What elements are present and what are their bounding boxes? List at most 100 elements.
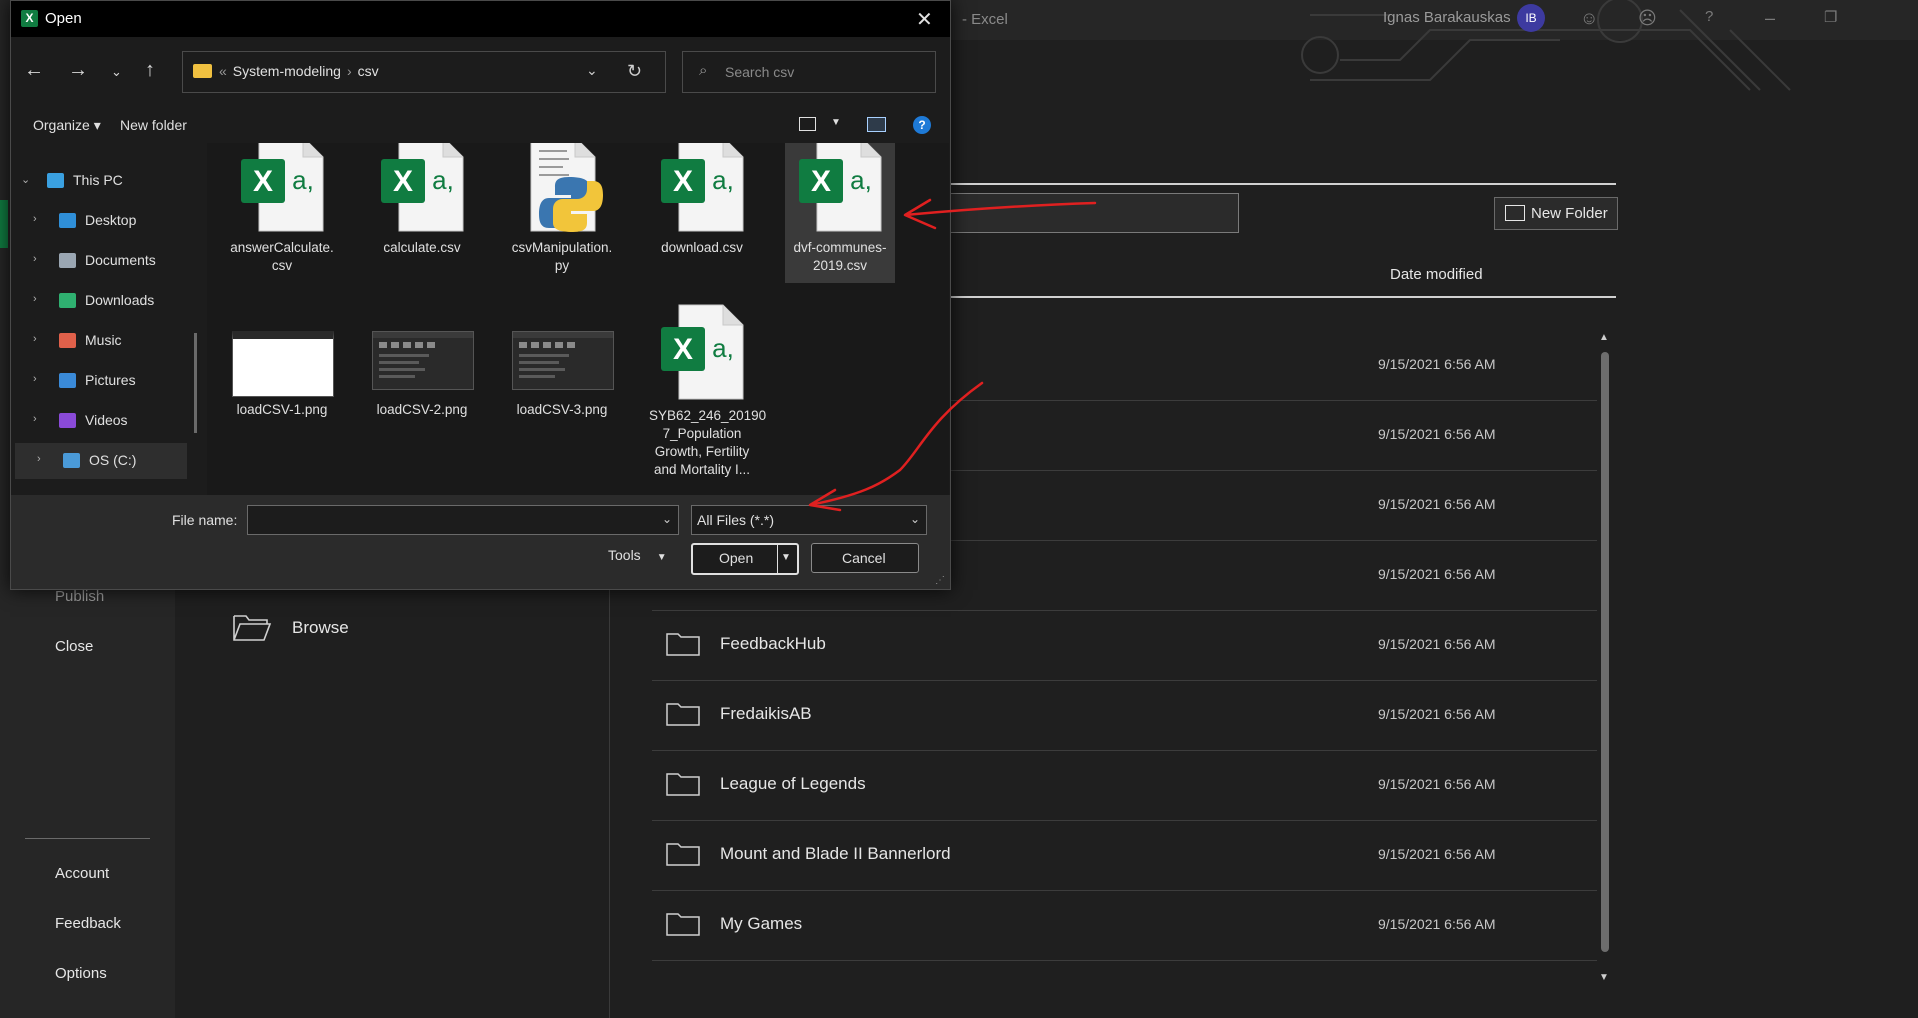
excel-csv-icon: Xa, — [799, 143, 882, 232]
image-thumbnail-icon — [232, 331, 334, 397]
organize-button[interactable]: Organize ▾ — [33, 117, 101, 134]
browse-button[interactable]: Browse — [232, 608, 432, 648]
tree-item-os-c[interactable]: › OS (C:) — [15, 443, 187, 479]
documents-icon — [59, 253, 76, 268]
image-thumbnail-icon — [372, 331, 474, 390]
chevron-right-icon[interactable]: › — [33, 333, 37, 345]
tree-item-this-pc[interactable]: ⌄ This PC — [11, 163, 183, 199]
tools-button[interactable]: Tools ▼ — [608, 547, 667, 563]
scroll-up-icon[interactable]: ▲ — [1599, 332, 1609, 343]
open-folder-icon — [233, 615, 272, 641]
chevron-right-icon[interactable]: › — [33, 413, 37, 425]
browse-label: Browse — [292, 618, 349, 637]
nav-feedback[interactable]: Feedback — [55, 915, 121, 932]
scroll-down-icon[interactable]: ▼ — [1599, 972, 1609, 983]
file-tile[interactable]: loadCSV-1.png — [227, 301, 337, 451]
file-tile[interactable]: Xa, dvf-communes- 2019.csv — [785, 143, 895, 283]
folder-row[interactable]: FeedbackHub 9/15/2021 6:56 AM — [652, 610, 1597, 681]
chevron-right-icon[interactable]: › — [37, 453, 41, 465]
location-input[interactable] — [940, 193, 1239, 233]
restore-icon[interactable]: ❐ — [1824, 8, 1837, 26]
nav-close[interactable]: Close — [55, 638, 93, 655]
folder-row[interactable]: Mount and Blade II Bannerlord 9/15/2021 6… — [652, 820, 1597, 891]
tree-item-desktop[interactable]: › Desktop — [11, 203, 183, 239]
this-pc-icon — [47, 173, 64, 188]
file-tile[interactable]: loadCSV-2.png — [367, 301, 477, 451]
navigation-tree: ⌄ This PC › Desktop › Documents › Downloads › Mus… — [11, 143, 207, 495]
svg-text:a,: a, — [432, 165, 454, 195]
up-arrow-icon[interactable]: ↑ — [145, 59, 155, 82]
scroll-thumb[interactable] — [1601, 352, 1609, 952]
cancel-button[interactable]: Cancel — [811, 543, 919, 573]
folder-date-modified: 9/15/2021 6:56 AM — [1378, 496, 1496, 512]
breadcrumb-csv[interactable]: csv — [358, 63, 379, 79]
chevron-right-icon[interactable]: › — [33, 213, 37, 225]
search-box[interactable]: ⌕ — [682, 51, 936, 93]
open-button[interactable]: Open ▼ — [691, 543, 799, 575]
chevron-down-icon[interactable]: ▼ — [831, 117, 841, 128]
tree-scrollbar[interactable] — [194, 333, 197, 433]
tree-item-downloads[interactable]: › Downloads — [11, 283, 183, 319]
file-type-filter[interactable]: All Files (*.*) ⌄ — [691, 505, 927, 535]
chevron-right-icon[interactable]: › — [33, 253, 37, 265]
help-icon[interactable]: ? — [1705, 8, 1713, 25]
file-tile[interactable]: Xa, download.csv — [647, 143, 757, 283]
open-label: Open — [719, 550, 754, 566]
file-name-input[interactable]: ⌄ — [247, 505, 679, 535]
folder-date-modified: 9/15/2021 6:56 AM — [1378, 426, 1496, 442]
chevron-down-icon[interactable]: ⌄ — [21, 173, 30, 186]
refresh-icon[interactable]: ↻ — [627, 61, 642, 82]
frown-icon[interactable]: ☹ — [1638, 8, 1657, 29]
help-icon[interactable]: ? — [913, 116, 931, 134]
column-header-date-modified[interactable]: Date modified — [1390, 266, 1483, 283]
recent-locations-chevron-icon[interactable]: ⌄ — [111, 64, 122, 80]
forward-arrow-icon[interactable]: → — [68, 59, 88, 82]
file-tile[interactable]: Xa, calculate.csv — [367, 143, 477, 283]
file-type-filter-value: All Files (*.*) — [697, 512, 775, 528]
folder-list-scrollbar[interactable]: ▲ ▼ — [1598, 332, 1612, 992]
excel-csv-icon: Xa, — [661, 304, 744, 400]
file-tile[interactable]: loadCSV-3.png — [507, 301, 617, 451]
chevron-down-icon[interactable]: ⌄ — [586, 62, 598, 79]
close-icon[interactable]: ✕ — [916, 7, 933, 32]
search-icon: ⌕ — [699, 62, 708, 79]
address-bar[interactable]: « System-modeling › csv ⌄ ↻ — [182, 51, 666, 93]
tree-item-documents[interactable]: › Documents — [11, 243, 183, 279]
chevron-right-icon[interactable]: › — [33, 293, 37, 305]
new-folder-button[interactable]: New folder — [120, 117, 187, 133]
folder-name: League of Legends — [720, 774, 866, 793]
pictures-icon — [59, 373, 76, 388]
minimize-icon[interactable]: – — [1765, 8, 1775, 29]
svg-text:X: X — [393, 165, 413, 198]
nav-account[interactable]: Account — [55, 865, 109, 882]
breadcrumb-system-modeling[interactable]: System-modeling — [233, 63, 341, 79]
chevron-down-icon[interactable]: ▼ — [781, 552, 791, 563]
tree-item-pictures[interactable]: › Pictures — [11, 363, 183, 399]
breadcrumb-separator[interactable]: › — [347, 63, 352, 79]
folder-row[interactable]: FredaikisAB 9/15/2021 6:56 AM — [652, 680, 1597, 751]
avatar[interactable]: IB — [1517, 4, 1545, 32]
file-name: loadCSV-2.png — [376, 402, 468, 417]
new-folder-button[interactable]: New Folder — [1494, 197, 1618, 230]
preview-pane-icon[interactable] — [867, 117, 886, 132]
tree-item-videos[interactable]: › Videos — [11, 403, 183, 439]
chevron-down-icon[interactable]: ⌄ — [662, 512, 672, 526]
tree-item-music[interactable]: › Music — [11, 323, 183, 359]
folder-date-modified: 9/15/2021 6:56 AM — [1378, 566, 1496, 582]
folder-row[interactable]: League of Legends 9/15/2021 6:56 AM — [652, 750, 1597, 821]
file-tile[interactable]: Xa, answerCalculate. csv — [227, 143, 337, 283]
nav-publish[interactable]: Publish — [55, 588, 104, 605]
smiley-icon[interactable]: ☺ — [1580, 8, 1598, 29]
view-mode-icon[interactable] — [799, 117, 816, 131]
file-tile[interactable]: Xa, SYB62_246_20190 7_Population Growth, Fe… — [647, 301, 766, 477]
file-tile[interactable]: csvManipulation. py — [507, 143, 617, 283]
split-divider — [777, 545, 778, 573]
back-arrow-icon[interactable]: ← — [24, 59, 44, 82]
resize-grip-icon[interactable]: ⋰ — [935, 575, 945, 586]
nav-options[interactable]: Options — [55, 965, 107, 982]
search-input[interactable] — [723, 61, 927, 83]
nav-divider — [25, 838, 150, 839]
breadcrumb-overflow[interactable]: « — [219, 63, 227, 79]
folder-row[interactable]: My Games 9/15/2021 6:56 AM — [652, 890, 1597, 961]
chevron-right-icon[interactable]: › — [33, 373, 37, 385]
